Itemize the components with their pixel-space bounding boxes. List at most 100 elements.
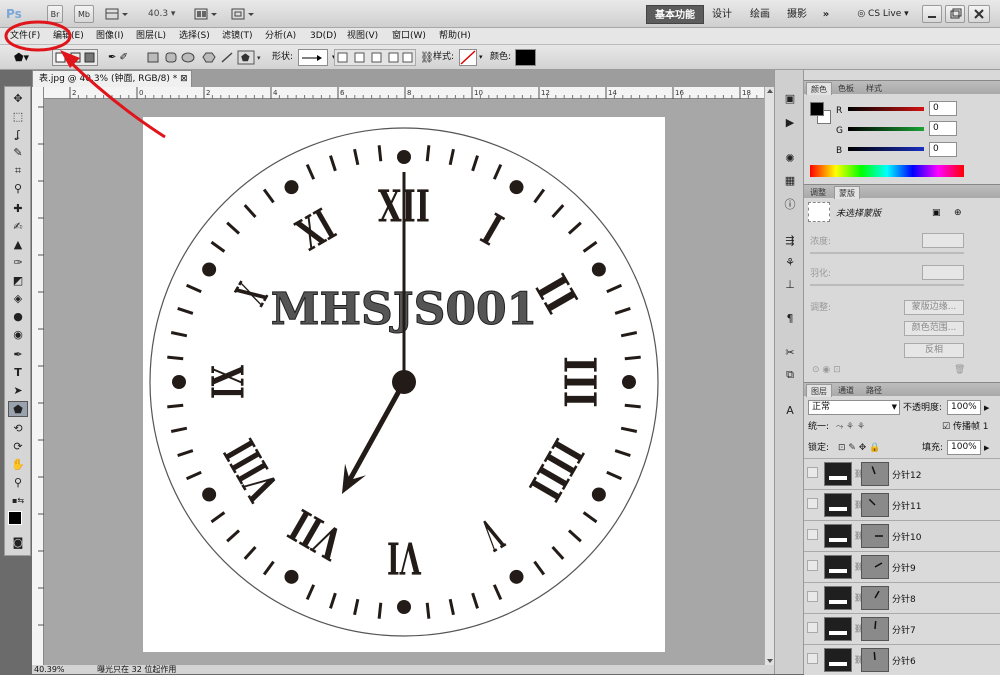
swap-colors-icon[interactable]: ▪⇆ — [8, 493, 28, 509]
canvas-viewport[interactable]: XIIIIIIIIIIIIVVIVIIVIIIIXXXIMHSJS001 — [44, 99, 764, 665]
eraser-tool-icon[interactable]: ◩ — [8, 273, 28, 289]
foreground-color-swatch[interactable] — [8, 511, 22, 525]
propagate-checkbox[interactable]: ☑ 传播帧 1 — [942, 420, 989, 435]
brush-panel-icon[interactable]: ✺ — [780, 150, 800, 168]
path-selection-tool-icon[interactable]: ➤ — [8, 383, 28, 399]
layer-visibility-toggle[interactable] — [807, 529, 818, 540]
unify-icons[interactable]: ⤳ ⚘ ⚘ — [836, 420, 865, 435]
link-icon[interactable]: ⛓ — [420, 50, 434, 65]
menu-window[interactable]: 窗口(W) — [392, 29, 426, 44]
paint-bucket-tool-icon[interactable]: ◈ — [8, 291, 28, 307]
minimize-button[interactable] — [922, 5, 942, 23]
status-zoom[interactable]: 40.39% — [34, 665, 65, 674]
style-picker[interactable] — [459, 49, 477, 66]
eyedropper-tool-icon[interactable]: ⚲ — [8, 181, 28, 197]
tool-presets-icon[interactable]: ⚘ — [780, 254, 800, 272]
pixel-mask-icon[interactable]: ▣ — [932, 206, 941, 221]
fill-input[interactable]: 100% — [947, 440, 981, 455]
menu-image[interactable]: 图像(I) — [96, 29, 124, 44]
invert-button[interactable]: 反相 — [904, 343, 964, 358]
crop-tool-icon[interactable]: ⌗ — [8, 163, 28, 179]
tab-paths[interactable]: 路径 — [862, 384, 886, 397]
workspace-design[interactable]: 设计 — [708, 5, 736, 24]
mini-bridge-button[interactable]: Mb — [74, 5, 94, 23]
quick-selection-tool-icon[interactable]: ✎ — [8, 145, 28, 161]
tools-cross-icon[interactable]: ✂ — [780, 344, 800, 362]
custom-shape-tool-active-icon[interactable]: ⬟ — [8, 401, 28, 417]
clone-stamp-tool-icon[interactable]: ▲ — [8, 237, 28, 253]
bridge-button[interactable]: Br — [47, 5, 63, 23]
blend-mode-select[interactable]: 正常 ▼ — [808, 400, 900, 415]
color-spectrum-ramp[interactable] — [810, 165, 964, 177]
layer-row[interactable]: ⛓ 分针8 — [804, 582, 1000, 613]
3d-orbit-tool-icon[interactable]: ⟳ — [8, 439, 28, 455]
vertical-ruler[interactable] — [32, 87, 44, 665]
menu-select[interactable]: 选择(S) — [179, 29, 210, 44]
quick-mask-icon[interactable]: ◙ — [8, 535, 28, 551]
channel-g-input[interactable]: 0 — [929, 121, 957, 136]
stamp-icon[interactable]: ⊥ — [780, 276, 800, 294]
actions-panel-icon[interactable]: ▶ — [780, 114, 800, 132]
lock-icons[interactable]: ⊡ ✎ ✥ 🔒 — [838, 441, 880, 456]
density-input[interactable] — [922, 233, 964, 248]
mask-footer-icons[interactable]: ⊙ ◉ ⊡ — [812, 363, 841, 378]
move-tool-icon[interactable]: ✥ — [8, 91, 28, 107]
layer-link-icon[interactable]: ⛓ — [854, 469, 864, 479]
brush-tool-icon[interactable]: ✍ — [8, 219, 28, 235]
menu-file[interactable]: 文件(F) — [10, 29, 40, 44]
channel-b-slider[interactable] — [848, 147, 924, 151]
layer-visibility-toggle[interactable] — [807, 622, 818, 633]
mask-edge-button[interactable]: 蒙版边缘... — [904, 300, 964, 315]
type-tool-icon[interactable]: T — [8, 365, 28, 381]
layer-link-icon[interactable]: ⛓ — [854, 531, 864, 541]
history-panel-icon[interactable]: ▣ — [780, 90, 800, 108]
channel-b-input[interactable]: 0 — [929, 142, 957, 157]
tab-adjustments[interactable]: 调整 — [806, 186, 830, 199]
color-range-button[interactable]: 颜色范围... — [904, 321, 964, 336]
opacity-input[interactable]: 100% — [947, 400, 981, 415]
layer-row[interactable]: ⛓ 分针6 — [804, 644, 1000, 675]
menu-3d[interactable]: 3D(D) — [310, 29, 337, 44]
more-workspaces-button[interactable]: » — [816, 5, 836, 24]
restore-button[interactable] — [945, 5, 965, 23]
dodge-tool-icon[interactable]: ◉ — [8, 327, 28, 343]
tab-color[interactable]: 颜色 — [806, 82, 832, 95]
document-tab[interactable]: 表.jpg @ 40.3% (钟面, RGB/8) * ⊠ — [32, 70, 192, 87]
shape-mode-group[interactable] — [52, 49, 98, 66]
menu-filter[interactable]: 滤镜(T) — [222, 29, 253, 44]
adjust-icon[interactable]: ⇶ — [780, 232, 800, 250]
healing-brush-tool-icon[interactable]: ✚ — [8, 201, 28, 217]
horizontal-ruler[interactable]: 2 0 2 4 6 8 10 12 14 16 18 — [44, 87, 800, 99]
view-extras-icon[interactable] — [104, 5, 130, 23]
density-slider[interactable] — [810, 252, 964, 254]
menu-analysis[interactable]: 分析(A) — [265, 29, 296, 44]
close-button[interactable] — [968, 5, 990, 23]
shape-picker[interactable] — [298, 49, 328, 66]
layer-visibility-toggle[interactable] — [807, 560, 818, 571]
tab-layers[interactable]: 图层 — [806, 384, 832, 397]
lasso-tool-icon[interactable]: ʆ — [8, 127, 28, 143]
pen-tool-side-icon[interactable]: ✒ — [8, 347, 28, 363]
channel-r-input[interactable]: 0 — [929, 101, 957, 116]
shape-presets-icon[interactable]: ⬟ ▾ — [146, 50, 266, 65]
vector-mask-icon[interactable]: ⊕ — [954, 206, 962, 221]
channel-r-slider[interactable] — [848, 107, 924, 111]
layer-row[interactable]: ⛓ 分针12 — [804, 458, 1000, 489]
info-panel-icon[interactable]: ⓘ — [780, 196, 800, 214]
custom-shape-tool-icon[interactable]: ⬟▾ — [14, 50, 29, 65]
mask-delete-icon[interactable]: 🗑 — [954, 363, 965, 378]
menu-edit[interactable]: 编辑(E) — [53, 29, 84, 44]
path-operations-group[interactable] — [334, 49, 416, 66]
tab-channels[interactable]: 通道 — [834, 384, 858, 397]
opacity-arrow-icon[interactable]: ▶ — [984, 401, 989, 416]
layer-link-icon[interactable]: ⛓ — [854, 624, 864, 634]
workspace-photography[interactable]: 摄影 — [783, 5, 811, 24]
tab-swatches[interactable]: 色板 — [834, 82, 858, 95]
color-swatch[interactable] — [515, 49, 536, 66]
layer-row[interactable]: ⛓ 分针11 — [804, 489, 1000, 520]
cs-live-button[interactable]: ◎ CS Live ▾ — [853, 5, 913, 24]
tab-styles[interactable]: 样式 — [862, 82, 886, 95]
clone-source-icon[interactable]: ▦ — [780, 172, 800, 190]
menu-layer[interactable]: 图层(L) — [136, 29, 166, 44]
workspace-essentials[interactable]: 基本功能 — [646, 5, 704, 24]
